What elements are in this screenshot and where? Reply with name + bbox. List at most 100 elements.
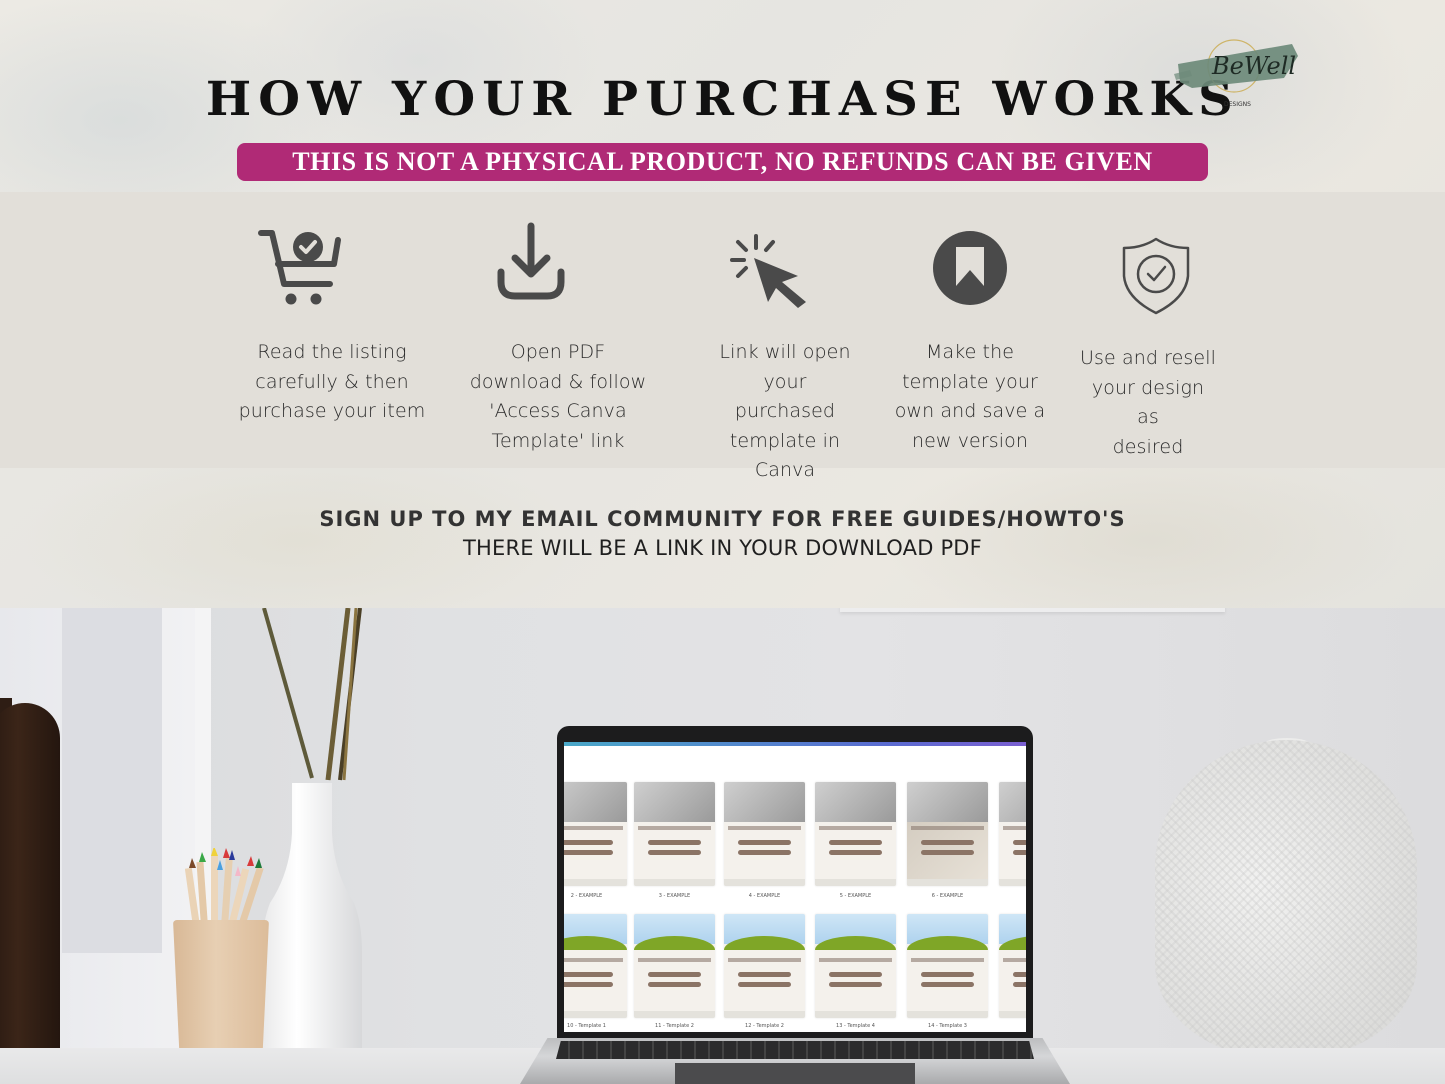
thumbnail-footer xyxy=(564,1011,627,1018)
step-5-text: Use and resell your design as desired xyxy=(1080,347,1216,458)
thumbnail-button xyxy=(921,850,974,855)
thumbnail-image xyxy=(634,782,715,822)
template-thumbnail[interactable] xyxy=(564,914,627,1018)
thumbnail-button xyxy=(1013,982,1026,987)
step-4-text: Make the template your own and save a new v… xyxy=(894,341,1046,452)
shield-check-icon xyxy=(1120,236,1192,321)
thumbnail-button xyxy=(1013,850,1026,855)
thumbnail-label: 2 - EXAMPLE xyxy=(570,893,603,899)
thumbnail-footer xyxy=(634,1011,715,1018)
download-icon xyxy=(495,222,567,307)
thumbnail-button xyxy=(564,982,613,987)
bookmark-icon xyxy=(932,230,1008,311)
thumbnail-button xyxy=(738,972,791,977)
thumbnail-button xyxy=(829,982,882,987)
thumbnail-button xyxy=(648,840,701,845)
thumbnail-label: 10 - Template 1 xyxy=(567,1023,606,1029)
thumbnail-label: 11 - Template 2 xyxy=(655,1023,694,1029)
template-thumbnail[interactable] xyxy=(815,914,896,1018)
colored-pencils xyxy=(185,848,264,928)
thumbnail-image xyxy=(564,782,627,822)
thumbnail-heading xyxy=(638,826,711,830)
thumbnail-heading xyxy=(564,958,623,962)
step-2-text: Open PDF download & follow 'Access Canva Te… xyxy=(469,341,647,452)
signup-line-1: SIGN UP TO MY EMAIL COMMUNITY FOR FREE G… xyxy=(319,507,1126,531)
thumbnail-heading xyxy=(728,826,801,830)
step-1-text: Read the listing carefully & then purchase… xyxy=(238,341,426,422)
thumbnail-footer xyxy=(815,879,896,886)
thumbnail-button xyxy=(738,840,791,845)
laptop-trackpad xyxy=(675,1063,915,1084)
thumbnail-button xyxy=(648,982,701,987)
thumbnail-label: 13 - Template 4 xyxy=(836,1023,875,1029)
thumbnail-label: 4 - EXAMPLE xyxy=(748,893,781,899)
cursor-click-icon xyxy=(730,232,812,313)
template-thumbnail[interactable] xyxy=(815,782,896,886)
white-bottle-vase xyxy=(262,783,362,1061)
amber-bottle xyxy=(0,703,60,1058)
thumbnail-heading xyxy=(911,958,984,962)
thumbnail-label: 5 - EXAMPLE xyxy=(839,893,872,899)
template-thumbnail[interactable] xyxy=(634,782,715,886)
thumbnail-heading xyxy=(1003,958,1026,962)
thumbnail-heading xyxy=(1003,826,1026,830)
thumbnail-image xyxy=(724,782,805,822)
wooden-pencil-cup xyxy=(173,920,269,1060)
thumbnail-button xyxy=(1013,840,1026,845)
thumbnail-footer xyxy=(564,879,627,886)
thumbnail-footer xyxy=(907,1011,988,1018)
step-3-text: Link will open your purchased template in … xyxy=(719,341,851,481)
email-signup-message: SIGN UP TO MY EMAIL COMMUNITY FOR FREE G… xyxy=(0,505,1445,563)
thumbnail-image xyxy=(907,782,988,822)
thumbnail-button xyxy=(738,982,791,987)
thumbnail-button xyxy=(829,840,882,845)
thumbnail-heading xyxy=(564,826,623,830)
steps-row: Read the listing carefully & then purchase… xyxy=(0,192,1445,481)
template-thumbnail[interactable] xyxy=(999,914,1026,1018)
thumbnail-label: 6 - EXAMPLE xyxy=(931,893,964,899)
thumbnail-label: 3 - EXAMPLE xyxy=(658,893,691,899)
thumbnail-button xyxy=(648,972,701,977)
thumbnail-footer xyxy=(634,879,715,886)
cart-check-icon xyxy=(258,226,342,313)
thumbnail-button xyxy=(921,982,974,987)
thumbnail-image xyxy=(999,782,1026,822)
thumbnail-button xyxy=(829,850,882,855)
thumbnail-footer xyxy=(724,1011,805,1018)
thumbnail-footer xyxy=(815,1011,896,1018)
thumbnail-label: 12 - Template 2 xyxy=(745,1023,784,1029)
thumbnail-label: 14 - Template 3 xyxy=(928,1023,967,1029)
thumbnail-button xyxy=(648,850,701,855)
thumbnail-footer xyxy=(724,879,805,886)
thumbnail-heading xyxy=(819,826,892,830)
template-thumbnail[interactable] xyxy=(724,914,805,1018)
bewell-logo: BeWell DESIGNS xyxy=(1172,26,1304,116)
thumbnail-heading xyxy=(911,826,984,830)
thumbnail-heading xyxy=(728,958,801,962)
thumbnail-button xyxy=(564,972,613,977)
branch-stems xyxy=(262,608,362,781)
thumbnail-footer xyxy=(907,879,988,886)
thumbnail-button xyxy=(564,840,613,845)
template-thumbnail[interactable] xyxy=(634,914,715,1018)
screen-top-bar xyxy=(564,742,1026,746)
thumbnail-button xyxy=(829,972,882,977)
picture-frame-inner xyxy=(62,608,162,953)
laptop-keyboard xyxy=(556,1041,1034,1059)
template-thumbnail[interactable] xyxy=(907,782,988,886)
no-refund-notice: THIS IS NOT A PHYSICAL PRODUCT, NO REFUN… xyxy=(237,143,1208,181)
thumbnail-button xyxy=(921,972,974,977)
thumbnail-image xyxy=(815,782,896,822)
textured-round-vase xyxy=(1155,740,1417,1058)
logo-text: BeWell xyxy=(1211,52,1296,80)
template-thumbnail[interactable] xyxy=(907,914,988,1018)
thumbnail-heading xyxy=(819,958,892,962)
template-thumbnail[interactable] xyxy=(564,782,627,886)
desk-photo: 2 - EXAMPLE 3 - EXAMPLE 4 - EXAMPLE 5 - EXA… xyxy=(0,608,1445,1084)
thumbnail-button xyxy=(921,840,974,845)
template-thumbnail[interactable] xyxy=(999,782,1026,886)
thumbnail-button xyxy=(738,850,791,855)
thumbnail-button xyxy=(1013,972,1026,977)
wall-shelf xyxy=(840,608,1225,612)
template-thumbnail[interactable] xyxy=(724,782,805,886)
